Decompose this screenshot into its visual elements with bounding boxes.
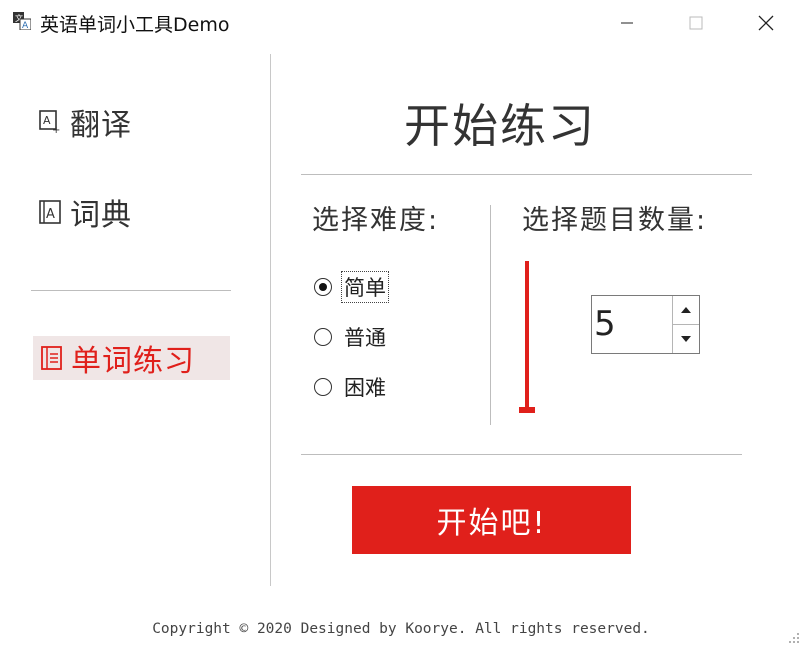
difficulty-option-easy[interactable]: 简单 (314, 271, 389, 303)
stepper-up-button[interactable] (672, 296, 699, 325)
chevron-down-icon (681, 336, 691, 342)
dictionary-icon: A (39, 200, 61, 224)
sidebar-divider-vertical (270, 54, 271, 586)
radio-button[interactable] (314, 328, 332, 346)
sidebar-item-dictionary[interactable]: A 词典 (38, 190, 132, 234)
resize-grip-icon[interactable] (788, 632, 800, 644)
sidebar-item-label: 翻译 (70, 108, 132, 143)
minimize-icon (621, 22, 633, 24)
minimize-button[interactable] (604, 0, 650, 46)
radio-button[interactable] (314, 378, 332, 396)
question-count-label: 选择题目数量: (522, 205, 708, 236)
chevron-up-icon (681, 307, 691, 313)
stepper-value[interactable]: 5 (594, 304, 616, 344)
maximize-icon (689, 16, 703, 30)
difficulty-label: 选择难度: (312, 205, 440, 236)
sidebar-divider (31, 290, 231, 291)
close-button[interactable] (743, 0, 789, 46)
sidebar-item-label: 词典 (70, 198, 132, 233)
radio-label: 简单 (341, 271, 389, 303)
sidebar-item-label: 单词练习 (71, 344, 195, 379)
svg-text:+: + (52, 125, 60, 135)
sidebar-item-translate[interactable]: A + 翻译 (38, 100, 132, 144)
svg-text:A: A (43, 114, 51, 127)
list-icon (41, 346, 62, 370)
window-title: 英语单词小工具Demo (40, 14, 230, 36)
close-icon (758, 15, 774, 31)
question-count-slider[interactable] (525, 261, 529, 411)
radio-button[interactable] (314, 278, 332, 296)
maximize-button[interactable] (673, 0, 719, 46)
heading-divider (301, 174, 752, 175)
options-divider (490, 205, 491, 425)
difficulty-option-hard[interactable]: 困难 (314, 372, 388, 402)
sidebar-item-word-practice[interactable]: 单词练习 (33, 336, 230, 380)
app-icon: 文 A (13, 12, 31, 30)
translate-icon: A + (39, 110, 60, 135)
radio-label: 普通 (344, 326, 386, 350)
slider-thumb[interactable] (519, 407, 535, 413)
radio-label: 困难 (344, 376, 386, 400)
difficulty-option-normal[interactable]: 普通 (314, 322, 388, 352)
start-button[interactable]: 开始吧! (352, 486, 631, 554)
title-bar: 文 A 英语单词小工具Demo (0, 0, 802, 46)
options-bottom-divider (301, 454, 742, 455)
copyright-footer: Copyright © 2020 Designed by Kooryе. All… (152, 621, 650, 637)
stepper-down-button[interactable] (672, 325, 699, 353)
page-title: 开始练习 (404, 99, 596, 153)
question-count-stepper[interactable]: 5 (591, 295, 700, 354)
svg-text:A: A (22, 21, 29, 30)
svg-text:A: A (46, 207, 55, 222)
